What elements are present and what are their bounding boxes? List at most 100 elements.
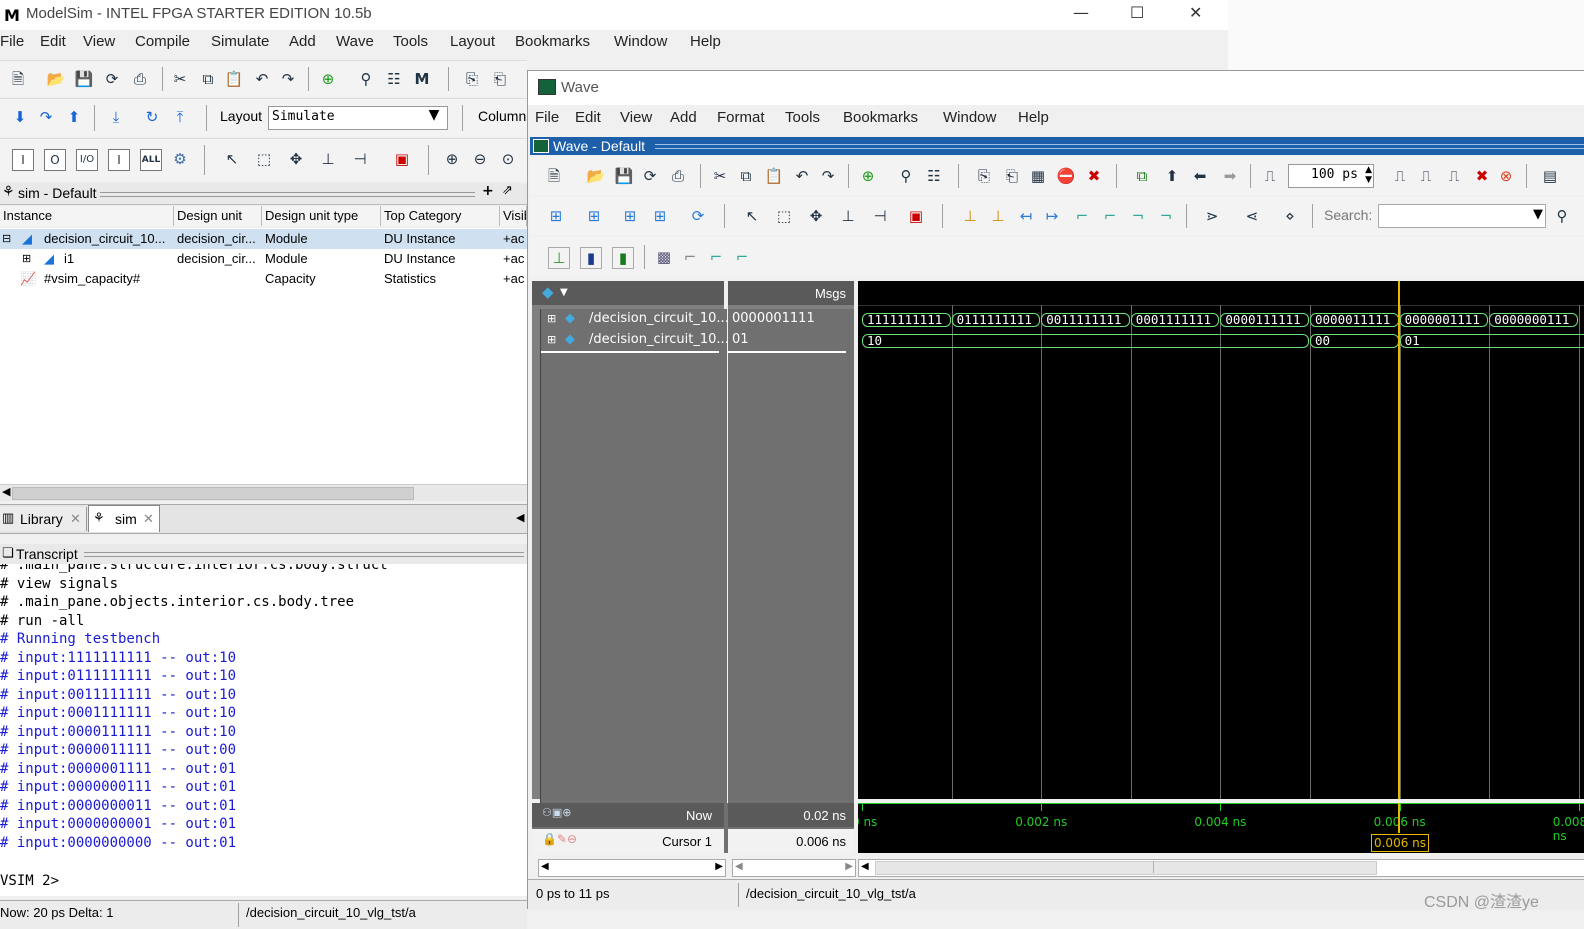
collapse-icon[interactable]: ⊟ [2, 229, 14, 249]
close-icon[interactable]: ✕ [143, 511, 154, 527]
cut-icon[interactable]: ✂ [710, 166, 730, 186]
expand-time-icon[interactable]: ⋗ [1202, 206, 1222, 226]
end-simulation-icon[interactable]: ✖ [1084, 166, 1104, 186]
zoom-mode-icon[interactable]: ⬚ [774, 206, 794, 226]
name-scrollbar[interactable]: ◀ ▶ [538, 859, 726, 877]
zoom-full-icon[interactable]: ⊙ [498, 149, 518, 169]
scroll-thumb[interactable] [12, 487, 414, 500]
transcript-body[interactable]: # .main_pane.structure.interior.cs.body.… [0, 564, 527, 896]
prev-falling-icon[interactable]: ¬ [1128, 206, 1148, 226]
wave-menu-edit[interactable]: Edit [575, 109, 601, 126]
minimize-icon[interactable]: — [1073, 3, 1089, 22]
compile-all-icon[interactable]: ⎗ [1002, 166, 1022, 186]
bus-segment[interactable]: 10 [862, 334, 1309, 348]
run-all-icon[interactable]: ⎍ [1444, 166, 1464, 186]
cursor-lock-icon[interactable]: 🔒✎⊖ [542, 832, 577, 846]
menu-window[interactable]: Window [614, 33, 667, 50]
restart-icon[interactable]: ⧉ [1132, 166, 1152, 186]
rise-icon[interactable]: ⌐ [706, 247, 726, 267]
cursor-tools-icon[interactable]: ⚇▣⊕ [542, 806, 571, 819]
settings-icon[interactable]: ⚙ [170, 149, 190, 169]
scroll-left-icon[interactable]: ◀ [2, 485, 10, 498]
wave-time-scrollbar[interactable]: ◀ [858, 859, 1584, 877]
zoom-out-icon[interactable]: ⊖ [470, 149, 490, 169]
paste-icon[interactable]: 📋 [764, 166, 784, 186]
step-out-icon[interactable]: ⬆ [64, 107, 84, 127]
menu-file[interactable]: File [0, 33, 24, 50]
bus-segment[interactable]: 0011111111 [1041, 313, 1130, 327]
bus-segment[interactable]: 0000111111 [1220, 313, 1309, 327]
redo-icon[interactable]: ↷ [818, 166, 838, 186]
wave-menu-tools[interactable]: Tools [785, 109, 820, 126]
bus-segment[interactable]: 0000011111 [1310, 313, 1399, 327]
grid-icon[interactable]: ▩ [654, 247, 674, 267]
expand-icon[interactable]: ⊞ [547, 330, 556, 350]
add-icon[interactable]: ⊕ [318, 69, 338, 89]
zoom-mode-icon[interactable]: ⬚ [254, 149, 274, 169]
redo-icon[interactable]: ↷ [278, 69, 298, 89]
spinner-icon[interactable]: ▲ ▼ [1365, 165, 1372, 185]
wave-menu-help[interactable]: Help [1018, 109, 1049, 126]
search-options-icon[interactable]: ⚲ [1552, 206, 1572, 226]
tree-icon[interactable]: ☷ [384, 69, 404, 89]
run-length-icon[interactable]: ⎍ [1260, 166, 1280, 186]
open-icon[interactable]: 📂 [586, 166, 606, 186]
next-rising-icon[interactable]: ⌐ [1100, 206, 1120, 226]
compile-icon[interactable]: ⎘ [462, 69, 482, 89]
print-icon[interactable]: ⎙ [130, 69, 150, 89]
pan-mode-icon[interactable]: ✥ [806, 206, 826, 226]
bus-segment[interactable]: 1111111111 [862, 313, 951, 327]
bus-segment[interactable]: 0001111111 [1130, 313, 1220, 327]
wave-format-literal-icon[interactable]: ⊥ [548, 247, 570, 269]
next-falling-icon[interactable]: ¬ [1156, 206, 1176, 226]
refresh-wave-icon[interactable]: ⟳ [688, 206, 708, 226]
close-icon[interactable]: ✕ [1189, 3, 1202, 22]
restart-icon[interactable]: ⤒ [170, 107, 190, 127]
col-top-category[interactable]: Top Category [381, 206, 500, 226]
select-mode-icon[interactable]: ↖ [222, 149, 242, 169]
scroll-right-icon[interactable]: ▶ [845, 861, 853, 872]
edit-mode-icon[interactable]: ⊥ [318, 149, 338, 169]
next-transition-icon[interactable]: ↦ [1042, 206, 1062, 226]
reload-icon[interactable]: ⟳ [640, 166, 660, 186]
bookmark-icon[interactable]: ⊞ [650, 206, 670, 226]
undo-icon[interactable]: ↶ [252, 69, 272, 89]
prev-transition-icon[interactable]: ↤ [1016, 206, 1036, 226]
delete-cursor-icon[interactable]: ⊥ [988, 206, 1008, 226]
add-wave-icon[interactable]: ⊞ [546, 206, 566, 226]
cursor-time-marker[interactable]: 0.006 ns [1371, 834, 1429, 852]
copy-icon[interactable]: ⧉ [198, 69, 218, 89]
time-mode-icon[interactable]: ⋄ [1280, 206, 1300, 226]
wave-menu-bookmarks[interactable]: Bookmarks [843, 109, 918, 126]
tab-sim[interactable]: ⚘ sim ✕ [88, 505, 160, 532]
select-mode-icon[interactable]: ↖ [742, 206, 762, 226]
zoom-in-icon[interactable]: ⊕ [442, 149, 462, 169]
step-into-icon[interactable]: ⤓ [106, 107, 126, 127]
col-visibility[interactable]: Visib [500, 206, 527, 226]
table-row[interactable]: ⊞ ◢ i1 decision_cir... Module DU Instanc… [0, 249, 527, 269]
menu-tools[interactable]: Tools [393, 33, 428, 50]
menu-help[interactable]: Help [690, 33, 721, 50]
save-icon[interactable]: 💾 [74, 69, 94, 89]
insert-mode-icon[interactable]: ⊣ [350, 149, 370, 169]
wave-format-logic-icon[interactable]: ▮ [580, 247, 602, 269]
insert-mode-icon[interactable]: ⊣ [870, 206, 890, 226]
run-length-input[interactable]: 100 ps ▲ ▼ [1288, 164, 1374, 188]
wave-menu-file[interactable]: File [535, 109, 559, 126]
chevron-down-icon[interactable]: ▼ [560, 287, 568, 298]
add-divider-icon[interactable]: ⊞ [584, 206, 604, 226]
wave-menu-view[interactable]: View [620, 109, 652, 126]
cut-icon[interactable]: ✂ [170, 69, 190, 89]
bus-segment[interactable]: 0111111111 [951, 313, 1041, 327]
vsim-prompt[interactable]: VSIM 2> [0, 872, 59, 890]
undock-icon[interactable]: ⇗ [502, 183, 513, 198]
breakpoint-icon[interactable]: ▣ [392, 149, 412, 169]
table-row[interactable]: 📈 #vsim_capacity# Capacity Statistics +a… [0, 269, 527, 289]
step-back-icon[interactable]: ⬅ [1190, 166, 1210, 186]
compile-icon[interactable]: ⎘ [974, 166, 994, 186]
inout-filter-icon[interactable]: I/O [76, 149, 98, 171]
compile-all-icon[interactable]: ⎗ [490, 69, 510, 89]
menu-simulate[interactable]: Simulate [211, 33, 269, 50]
new-file-icon[interactable]: 🗎 [544, 166, 564, 186]
bus-segment[interactable]: 01 [1399, 334, 1584, 348]
